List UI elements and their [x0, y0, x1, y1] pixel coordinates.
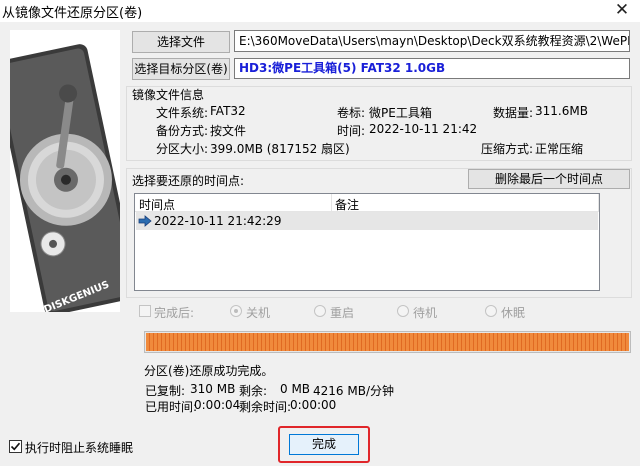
disk-illustration: DISKGENIUS [10, 30, 120, 312]
arrow-right-icon [138, 215, 152, 227]
restart-radio[interactable] [314, 305, 326, 317]
fs-value: FAT32 [210, 104, 246, 118]
backup-label: 备份方式: [156, 124, 209, 138]
partition-size-value: 399.0MB (817152 扇区) [210, 142, 350, 156]
time-left-value: 0:00:00 [290, 398, 337, 412]
list-header: 时间点 备注 [135, 194, 599, 212]
standby-label: 待机 [413, 306, 438, 320]
restore-point-time: 2022-10-11 21:42:29 [154, 214, 282, 228]
hard-disk-icon [10, 30, 120, 312]
title-bar: 从镜像文件还原分区(卷) ✕ [0, 0, 640, 22]
done-button[interactable]: 完成 [289, 434, 359, 455]
table-row[interactable]: 2022-10-11 21:42:29 [136, 212, 598, 230]
prevent-sleep-checkbox[interactable] [9, 440, 22, 453]
shutdown-radio[interactable] [230, 305, 242, 317]
speed-value: 4216 MB/分钟 [313, 384, 394, 398]
compress-label: 压缩方式: [481, 142, 534, 156]
restore-points-title: 选择要还原的时间点: [132, 174, 245, 188]
image-info-title: 镜像文件信息 [132, 88, 205, 102]
source-path-field[interactable]: E:\360MoveData\Users\mayn\Desktop\Deck双系… [234, 30, 630, 52]
window-title: 从镜像文件还原分区(卷) [2, 6, 143, 21]
close-icon[interactable]: ✕ [610, 0, 634, 20]
target-partition-field[interactable]: HD3:微PE工具箱(5) FAT32 1.0GB [234, 58, 630, 79]
remaining-label: 剩余: [239, 384, 268, 398]
data-size-value: 311.6MB [535, 104, 588, 118]
restart-label: 重启 [330, 306, 355, 320]
column-header-note[interactable]: 备注 [335, 196, 359, 213]
time-left-label: 剩余时间: [239, 400, 292, 414]
copied-label: 已复制: [145, 384, 186, 398]
remaining-value: 0 MB [280, 382, 311, 396]
time-label: 时间: [337, 124, 366, 138]
hibernate-radio[interactable] [485, 305, 497, 317]
fs-label: 文件系统: [156, 106, 209, 120]
elapsed-label: 已用时间: [145, 400, 198, 414]
restore-points-list[interactable]: 时间点 备注 2022-10-11 21:42:29 [134, 193, 600, 291]
checkmark-icon [10, 442, 21, 451]
delete-last-point-button[interactable]: 删除最后一个时间点 [468, 169, 630, 189]
time-value: 2022-10-11 21:42 [369, 122, 478, 136]
prevent-sleep-label: 执行时阻止系统睡眠 [25, 441, 134, 455]
radio-selected-dot [234, 309, 238, 313]
select-target-button[interactable]: 选择目标分区(卷) [132, 58, 230, 80]
progress-bar [144, 331, 631, 353]
column-header-time[interactable]: 时间点 [139, 196, 175, 213]
progress-fill [146, 333, 629, 351]
copied-value: 310 MB [190, 382, 236, 396]
after-complete-checkbox[interactable] [139, 305, 151, 317]
column-divider [331, 194, 332, 212]
column-divider [598, 194, 599, 212]
compress-value: 正常压缩 [535, 142, 584, 156]
standby-radio[interactable] [397, 305, 409, 317]
backup-value: 按文件 [210, 124, 247, 138]
volume-value: 微PE工具箱 [369, 106, 432, 120]
hibernate-label: 休眠 [501, 306, 526, 320]
data-size-label: 数据量: [493, 106, 534, 120]
select-file-button[interactable]: 选择文件 [132, 31, 230, 53]
partition-size-label: 分区大小: [156, 142, 209, 156]
volume-label: 卷标: [337, 106, 366, 120]
after-complete-label: 完成后: [154, 306, 195, 320]
shutdown-label: 关机 [246, 306, 271, 320]
status-text: 分区(卷)还原成功完成。 [144, 364, 274, 378]
elapsed-value: 0:00:04 [194, 398, 241, 412]
